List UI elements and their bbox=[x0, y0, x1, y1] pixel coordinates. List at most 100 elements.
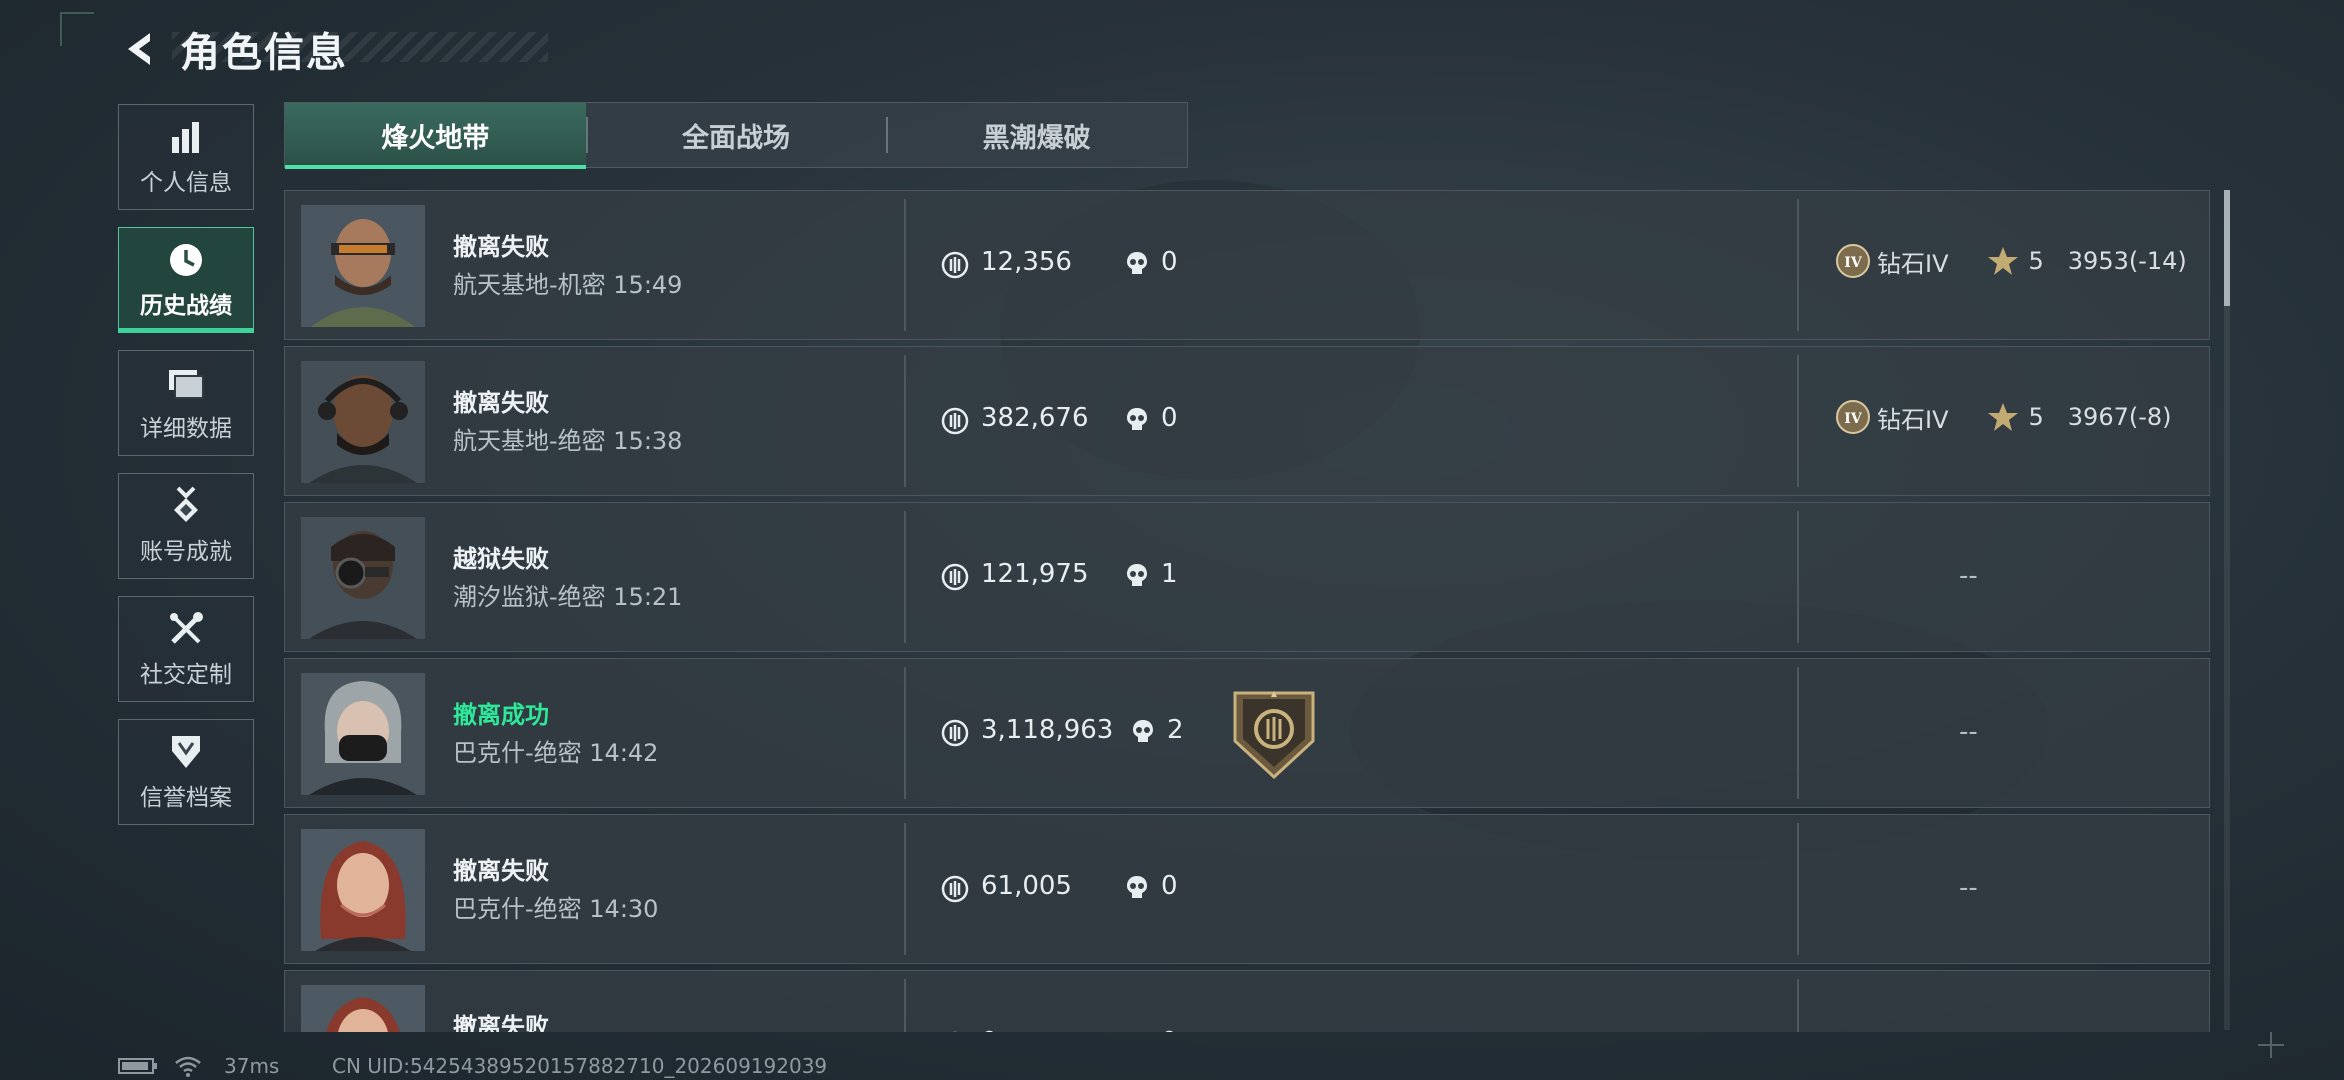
kill-count: 0 bbox=[1161, 1027, 1178, 1032]
svg-text:IV: IV bbox=[1844, 255, 1863, 271]
status-footer: 37ms bbox=[118, 1054, 279, 1078]
match-result: 撤离失败 bbox=[453, 389, 549, 417]
tab-hazard-zone[interactable]: 烽火地带 bbox=[285, 103, 586, 169]
back-button[interactable] bbox=[118, 27, 162, 71]
match-map-time: 潮汐监狱-绝密 15:21 bbox=[453, 583, 683, 611]
star-count: 5 bbox=[2028, 403, 2044, 431]
shield-badge-icon bbox=[1233, 691, 1315, 779]
match-row[interactable]: 撤离失败 航天基地-机密 15:49 12,356 0 IV 钻石IV 5 39… bbox=[284, 190, 2210, 340]
money-value: 61,005 bbox=[981, 871, 1072, 901]
rank-score: 3967(-8) bbox=[2067, 403, 2172, 431]
divider bbox=[904, 667, 906, 799]
match-result: 撤离失败 bbox=[453, 233, 549, 261]
divider bbox=[904, 355, 906, 487]
currency-icon bbox=[941, 563, 969, 591]
operator-avatar bbox=[301, 985, 425, 1032]
divider bbox=[1797, 511, 1799, 643]
match-row[interactable]: 撤离失败 巴克什-绝密 14:30 61,005 0 -- bbox=[284, 814, 2210, 964]
match-result: 撤离成功 bbox=[453, 701, 549, 729]
wifi-icon bbox=[175, 1056, 201, 1077]
kill-count: 0 bbox=[1161, 403, 1178, 433]
clock-icon bbox=[167, 240, 205, 280]
sidebar-item-label: 账号成就 bbox=[140, 539, 232, 565]
sidebar-item-label: 详细数据 bbox=[140, 416, 232, 442]
sidebar-item-label: 历史战绩 bbox=[140, 293, 232, 319]
corner-plus-icon bbox=[2258, 1032, 2284, 1058]
user-uid: CN UID:54254389520157882710_202609192039 bbox=[332, 1054, 828, 1078]
battery-icon bbox=[118, 1058, 157, 1074]
divider bbox=[1797, 823, 1799, 955]
rank-name: 钻石IV bbox=[1877, 249, 1949, 278]
sidebar: 个人信息 历史战绩 详细数据 账号成就 社交定制 信誉档案 bbox=[118, 104, 254, 842]
currency-icon bbox=[952, 1031, 958, 1032]
sidebar-item-label: 个人信息 bbox=[140, 170, 232, 196]
operator-avatar bbox=[301, 673, 425, 795]
divider bbox=[904, 199, 906, 331]
rank-diamond-icon: IV bbox=[1836, 400, 1870, 434]
divider bbox=[1797, 667, 1799, 799]
scrollbar-thumb[interactable] bbox=[2224, 190, 2230, 306]
tab-all-out-warfare[interactable]: 全面战场 bbox=[585, 103, 887, 167]
money-value: 3,118,963 bbox=[981, 715, 1114, 745]
divider bbox=[904, 979, 906, 1032]
star-icon bbox=[1987, 403, 2018, 431]
operator-avatar bbox=[301, 205, 425, 327]
skull-icon bbox=[1127, 876, 1147, 898]
rank-placeholder: -- bbox=[1959, 717, 1978, 747]
skull-icon bbox=[1127, 564, 1147, 586]
back-arrow-icon bbox=[128, 33, 150, 65]
medal-icon bbox=[169, 486, 203, 526]
money-value: 0 bbox=[981, 1027, 998, 1032]
money-value: 382,676 bbox=[981, 403, 1089, 433]
bar-chart-icon bbox=[168, 117, 204, 157]
match-history-list: 撤离失败 航天基地-机密 15:49 12,356 0 IV 钻石IV 5 39… bbox=[284, 190, 2210, 1032]
shield-icon bbox=[169, 732, 203, 772]
sidebar-item-match-history[interactable]: 历史战绩 bbox=[118, 227, 254, 333]
match-row[interactable]: 撤离失败 航天基地-绝密 15:38 382,676 0 IV 钻石IV 5 3… bbox=[284, 346, 2210, 496]
ping-value: 37ms bbox=[224, 1054, 280, 1078]
tools-icon bbox=[167, 609, 205, 649]
match-row[interactable]: 撤离失败 0 0 bbox=[284, 970, 2210, 1032]
match-result: 撤离失败 bbox=[453, 857, 549, 885]
currency-icon bbox=[941, 719, 969, 747]
skull-icon bbox=[1127, 252, 1147, 274]
kill-count: 0 bbox=[1161, 871, 1178, 901]
tab-black-tide[interactable]: 黑潮爆破 bbox=[886, 103, 1187, 167]
rank-diamond-icon: IV bbox=[1836, 244, 1870, 278]
sidebar-item-detailed-data[interactable]: 详细数据 bbox=[118, 350, 254, 456]
currency-icon bbox=[941, 251, 969, 279]
operator-avatar bbox=[301, 361, 425, 483]
page-header: 角色信息 bbox=[118, 24, 348, 76]
match-result: 撤离失败 bbox=[453, 1013, 549, 1032]
page-title: 角色信息 bbox=[180, 30, 348, 76]
divider bbox=[904, 511, 906, 643]
match-row[interactable]: 越狱失败 潮汐监狱-绝密 15:21 121,975 1 -- bbox=[284, 502, 2210, 652]
star-count: 5 bbox=[2028, 247, 2044, 275]
sidebar-item-reputation[interactable]: 信誉档案 bbox=[118, 719, 254, 825]
divider bbox=[1797, 355, 1799, 487]
rank-name: 钻石IV bbox=[1877, 405, 1949, 434]
sidebar-item-personal-info[interactable]: 个人信息 bbox=[118, 104, 254, 210]
list-scrollbar[interactable] bbox=[2224, 190, 2230, 1030]
folder-icon bbox=[167, 363, 205, 403]
operator-avatar bbox=[301, 829, 425, 951]
skull-icon bbox=[1133, 720, 1153, 742]
money-value: 121,975 bbox=[981, 559, 1089, 589]
rank-info: IV 钻石IV 5 3967(-8) bbox=[1835, 399, 2172, 435]
divider bbox=[904, 823, 906, 955]
currency-icon bbox=[941, 407, 969, 435]
match-result: 越狱失败 bbox=[453, 545, 549, 573]
kill-count: 1 bbox=[1161, 559, 1178, 589]
skull-icon bbox=[1123, 1029, 1151, 1032]
match-row[interactable]: 撤离成功 巴克什-绝密 14:42 3,118,963 2 -- bbox=[284, 658, 2210, 808]
divider bbox=[1797, 199, 1799, 331]
rank-placeholder: -- bbox=[1959, 873, 1978, 903]
currency-icon bbox=[941, 875, 969, 903]
match-map-time: 巴克什-绝密 14:42 bbox=[453, 739, 659, 767]
match-map-time: 巴克什-绝密 14:30 bbox=[453, 895, 659, 923]
sidebar-item-social-custom[interactable]: 社交定制 bbox=[118, 596, 254, 702]
svg-text:IV: IV bbox=[1844, 411, 1863, 427]
operator-avatar bbox=[301, 517, 425, 639]
sidebar-item-achievements[interactable]: 账号成就 bbox=[118, 473, 254, 579]
match-map-time: 航天基地-机密 15:49 bbox=[453, 271, 683, 299]
